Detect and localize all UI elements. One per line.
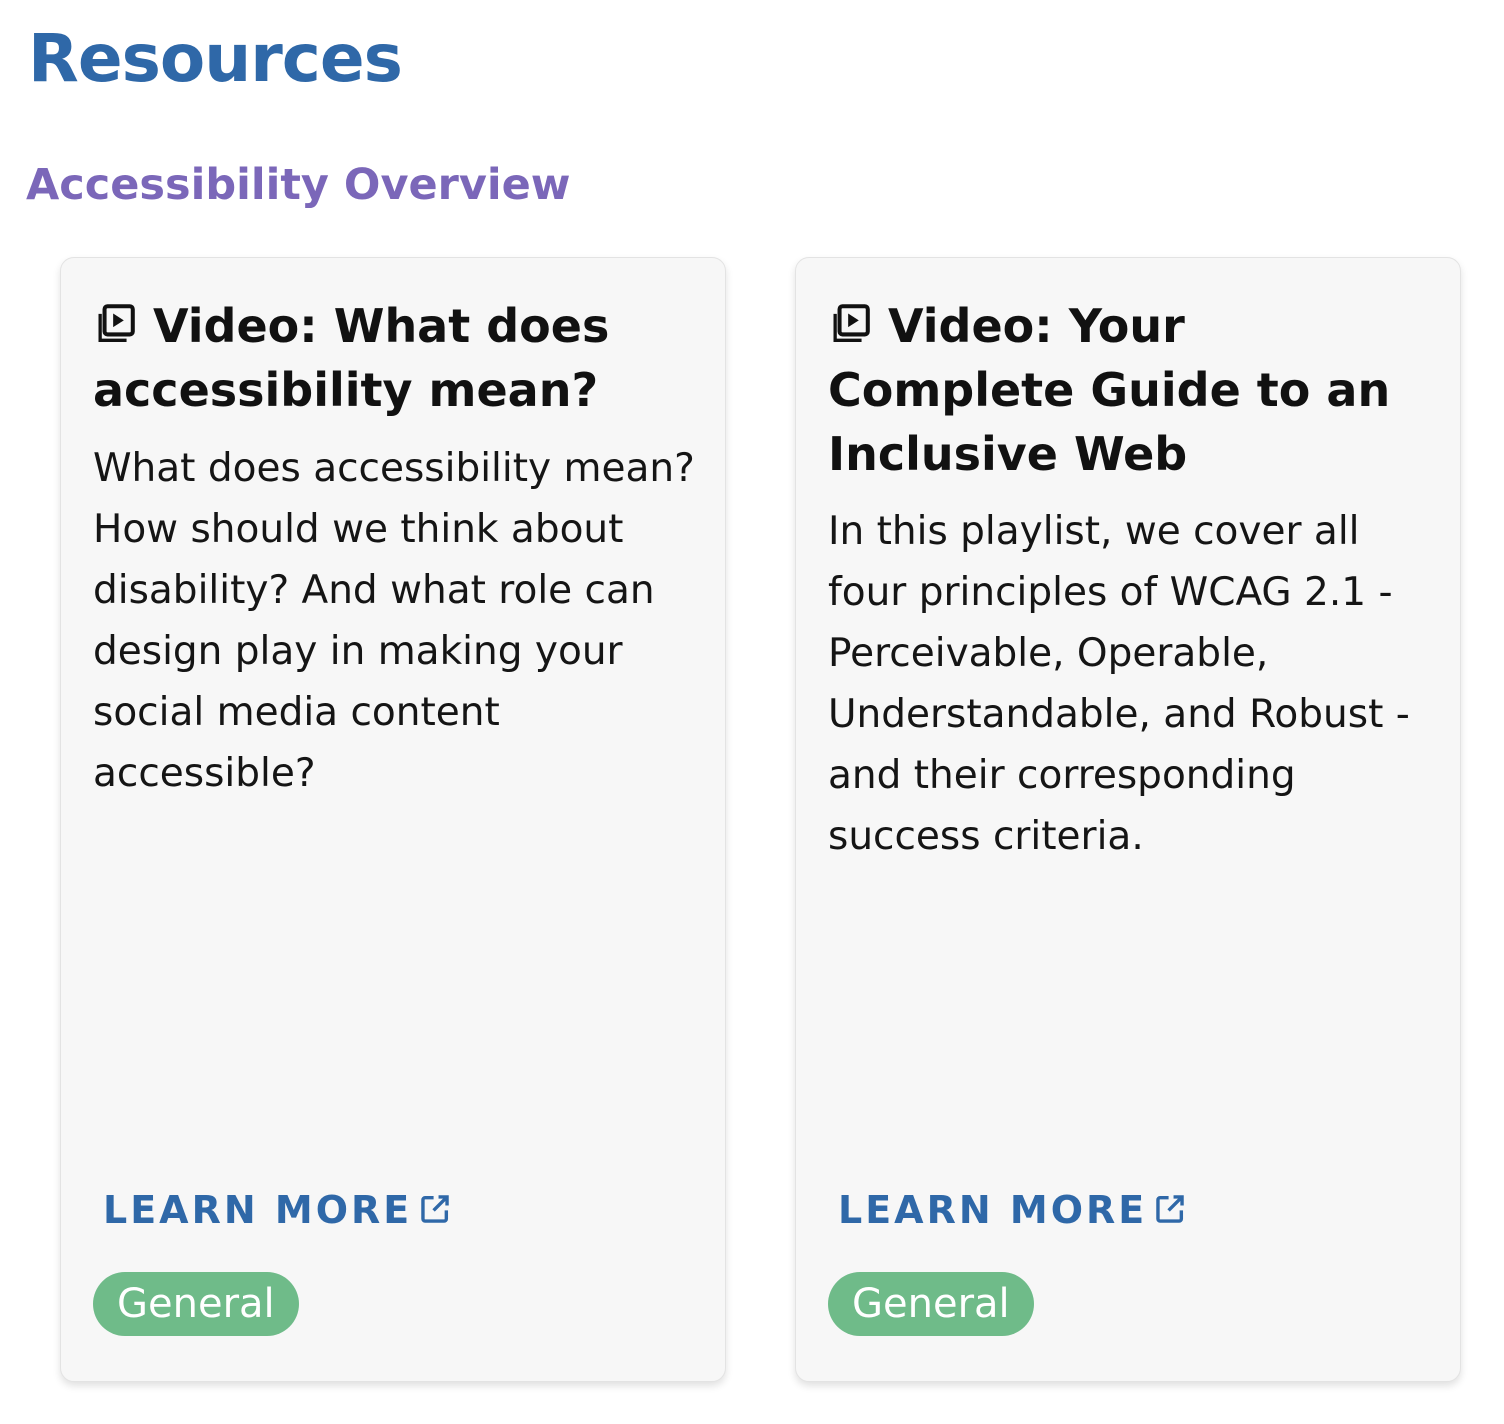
card-description: In this playlist, we cover all four prin… (828, 509, 1410, 859)
category-tag: General (828, 1272, 1034, 1336)
learn-more-link[interactable]: LEARN MORE (838, 1185, 1187, 1235)
category-tag: General (93, 1272, 299, 1336)
external-link-icon (1153, 1192, 1187, 1226)
external-link-icon (418, 1192, 452, 1226)
page-title: Resources (28, 20, 403, 97)
video-library-icon (828, 302, 872, 346)
resource-card: Video: Your Complete Guide to an Inclusi… (795, 257, 1461, 1382)
card-title-text: Video: Your Complete Guide to an Inclusi… (828, 299, 1391, 481)
learn-more-link[interactable]: LEARN MORE (103, 1185, 452, 1235)
card-title: Video: What does accessibility mean? (93, 294, 701, 422)
card-title: Video: Your Complete Guide to an Inclusi… (828, 294, 1436, 486)
card-title-text: Video: What does accessibility mean? (93, 299, 610, 417)
learn-more-label: LEARN MORE (103, 1188, 413, 1232)
card-description: What does accessibility mean? How should… (93, 446, 695, 796)
section-title: Accessibility Overview (26, 160, 571, 210)
video-library-icon (93, 302, 137, 346)
resource-card: Video: What does accessibility mean? Wha… (60, 257, 726, 1382)
learn-more-label: LEARN MORE (838, 1188, 1148, 1232)
